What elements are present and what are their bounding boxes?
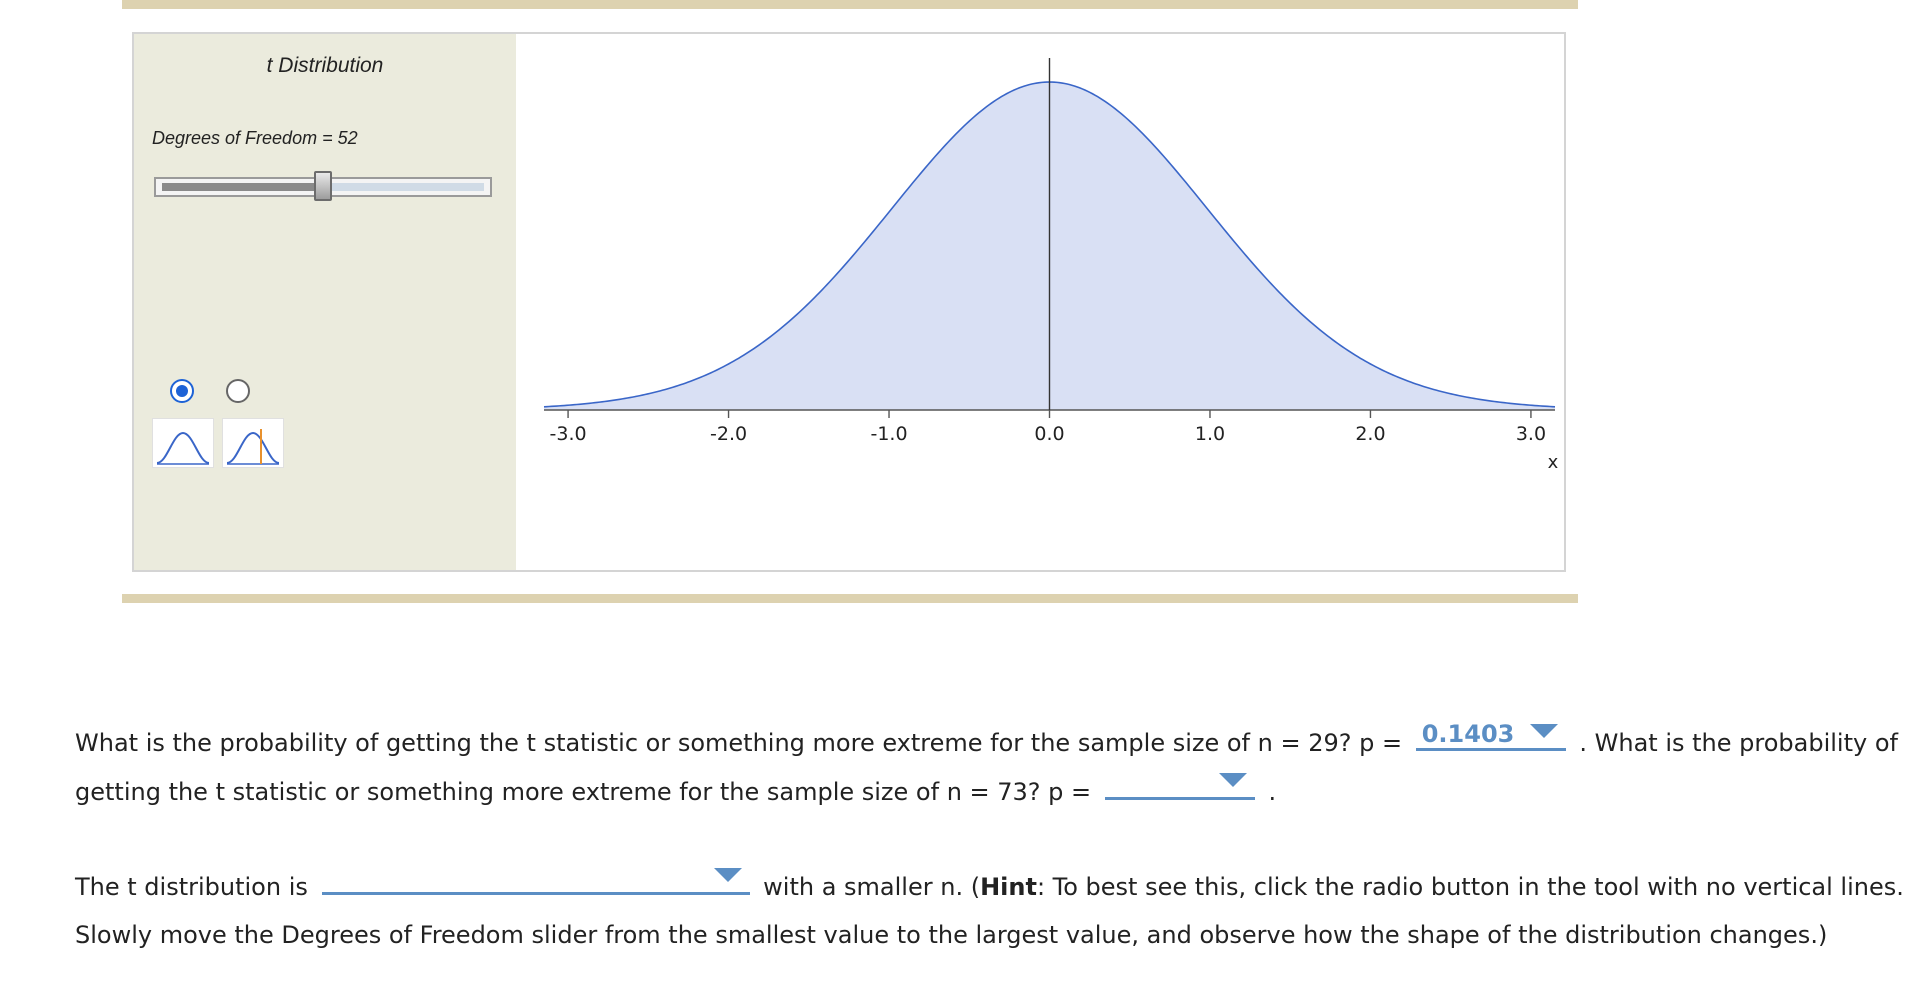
chevron-down-icon: [1218, 773, 1247, 787]
p-value-dropdown-n73[interactable]: [1104, 767, 1255, 800]
x-tick-label: 3.0: [1516, 423, 1546, 445]
curve-only-thumbnail[interactable]: [152, 418, 214, 468]
radio-curve-with-line[interactable]: [226, 379, 250, 403]
q2-text-part2: with a smaller n. (: [763, 873, 981, 901]
bottom-divider: [122, 594, 1578, 603]
slider-track-empty: [332, 183, 484, 191]
x-axis-label: x: [1548, 452, 1559, 473]
slider-track-filled: [162, 183, 314, 191]
curve-with-line-thumbnail[interactable]: [222, 418, 284, 468]
shape-dropdown[interactable]: [321, 862, 750, 895]
x-tick-label: 1.0: [1195, 423, 1225, 445]
bell-curve-icon: [156, 431, 210, 465]
radio-curve-only[interactable]: [170, 379, 194, 403]
q1-text-part1: What is the probability of getting the t…: [75, 729, 1403, 757]
chevron-down-icon: [1529, 724, 1558, 738]
p-value-dropdown-n29[interactable]: 0.1403: [1415, 718, 1566, 751]
degrees-of-freedom-label: Degrees of Freedom = 52: [152, 128, 358, 148]
x-tick-label: 2.0: [1355, 423, 1385, 445]
control-panel: t Distribution Degrees of Freedom = 52: [134, 34, 516, 570]
x-tick-label: -1.0: [870, 423, 907, 445]
slider-handle[interactable]: [314, 171, 332, 201]
hint-label: Hint: [980, 873, 1037, 901]
question-shape: The t distribution is with a smaller n. …: [75, 862, 1905, 959]
t-distribution-chart: -3.0 -2.0 -1.0 0.0 1.0 2.0 3.0x: [543, 58, 1559, 473]
x-tick-label: -3.0: [550, 423, 587, 445]
q1-text-part3: .: [1268, 778, 1277, 806]
x-tick-label: -2.0: [710, 423, 747, 445]
degrees-of-freedom-slider[interactable]: [154, 171, 492, 201]
distribution-plot: -3.0 -2.0 -1.0 0.0 1.0 2.0 3.0 x: [518, 34, 1564, 570]
question-probability: What is the probability of getting the t…: [75, 718, 1905, 816]
chevron-down-icon: [713, 868, 742, 882]
p-value-dropdown-n29-value: 0.1403: [1421, 720, 1515, 748]
tool-title: t Distribution: [266, 54, 384, 77]
bell-curve-marker-icon: [226, 429, 280, 465]
q2-text-part1: The t distribution is: [75, 873, 308, 901]
x-tick-label: 0.0: [1034, 423, 1064, 445]
t-distribution-tool: t Distribution Degrees of Freedom = 52 -…: [132, 32, 1566, 572]
top-divider: [122, 0, 1578, 9]
